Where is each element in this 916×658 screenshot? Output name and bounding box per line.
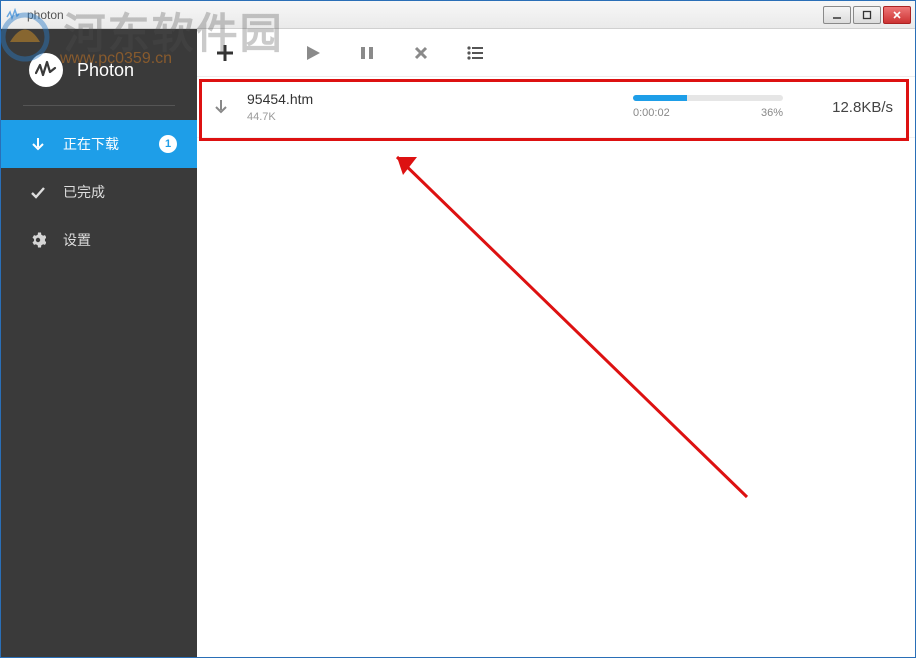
sidebar-item-label: 设置 — [63, 230, 91, 250]
sidebar-item-label: 已完成 — [63, 182, 105, 202]
progress-fill — [633, 95, 687, 101]
gear-icon — [29, 231, 47, 249]
main-panel: 95454.htm 44.7K 0:00:02 36% — [197, 29, 915, 657]
app-window: photon Photon — [0, 0, 916, 658]
download-speed: 12.8KB/s — [803, 99, 893, 116]
sidebar: Photon 正在下载 1 已完成 设置 — [1, 29, 197, 657]
list-button[interactable] — [461, 39, 489, 67]
titlebar: photon — [1, 1, 915, 29]
pause-button[interactable] — [353, 39, 381, 67]
maximize-button[interactable] — [853, 6, 881, 24]
file-size: 44.7K — [247, 111, 527, 123]
window-controls — [823, 6, 911, 24]
start-button[interactable] — [299, 39, 327, 67]
elapsed-time: 0:00:02 — [633, 107, 670, 119]
sidebar-item-downloading[interactable]: 正在下载 1 — [1, 120, 197, 168]
progress-bar — [633, 95, 783, 101]
brand: Photon — [1, 39, 197, 105]
toolbar — [197, 29, 915, 77]
brand-divider — [23, 105, 175, 106]
sidebar-item-settings[interactable]: 设置 — [1, 216, 197, 264]
download-icon — [29, 135, 47, 153]
download-row[interactable]: 95454.htm 44.7K 0:00:02 36% — [197, 77, 915, 138]
app-icon — [5, 7, 21, 23]
download-list: 95454.htm 44.7K 0:00:02 36% — [197, 77, 915, 657]
file-name: 95454.htm — [247, 91, 527, 107]
sidebar-item-completed[interactable]: 已完成 — [1, 168, 197, 216]
check-icon — [29, 183, 47, 201]
brand-icon — [29, 53, 63, 87]
close-button[interactable] — [883, 6, 911, 24]
window-title: photon — [27, 8, 823, 22]
brand-label: Photon — [77, 60, 134, 81]
add-button[interactable] — [211, 39, 239, 67]
annotation-arrow — [377, 137, 777, 517]
cancel-button[interactable] — [407, 39, 435, 67]
percent-text: 36% — [761, 107, 783, 119]
download-icon — [209, 95, 233, 119]
badge-count: 1 — [159, 135, 177, 153]
sidebar-item-label: 正在下载 — [63, 134, 119, 154]
minimize-button[interactable] — [823, 6, 851, 24]
